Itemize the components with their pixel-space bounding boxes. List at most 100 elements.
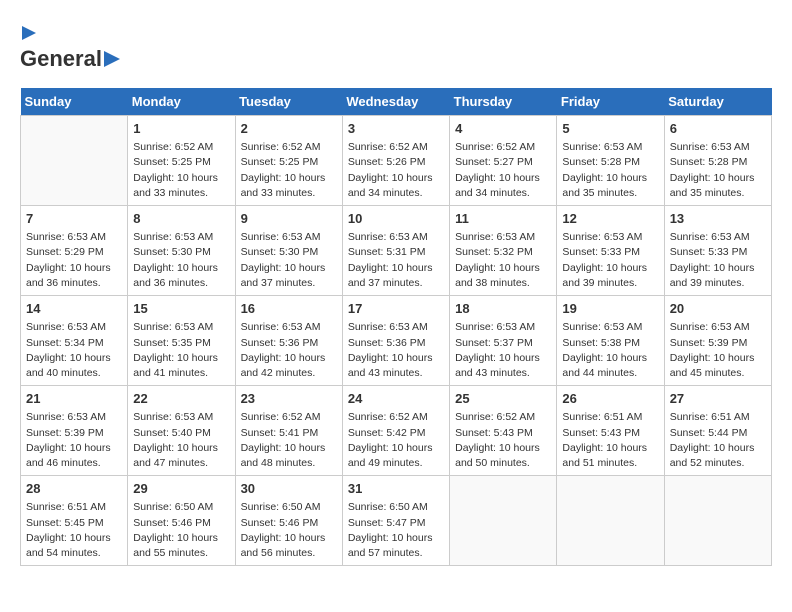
- day-number: 28: [26, 480, 122, 498]
- day-number: 22: [133, 390, 229, 408]
- day-info: Sunrise: 6:51 AM Sunset: 5:45 PM Dayligh…: [26, 500, 122, 561]
- day-number: 3: [348, 120, 444, 138]
- day-number: 25: [455, 390, 551, 408]
- header-saturday: Saturday: [664, 88, 771, 116]
- calendar-cell: [450, 476, 557, 566]
- header-tuesday: Tuesday: [235, 88, 342, 116]
- day-number: 11: [455, 210, 551, 228]
- logo: General: [20, 20, 122, 72]
- calendar-week-4: 21Sunrise: 6:53 AM Sunset: 5:39 PM Dayli…: [21, 386, 772, 476]
- day-info: Sunrise: 6:52 AM Sunset: 5:25 PM Dayligh…: [133, 140, 229, 201]
- day-info: Sunrise: 6:53 AM Sunset: 5:28 PM Dayligh…: [562, 140, 658, 201]
- calendar-cell: 13Sunrise: 6:53 AM Sunset: 5:33 PM Dayli…: [664, 206, 771, 296]
- day-info: Sunrise: 6:52 AM Sunset: 5:41 PM Dayligh…: [241, 410, 337, 471]
- calendar-week-3: 14 Sunrise: 6:53 AM Sunset: 5:34 PM Dayli…: [21, 296, 772, 386]
- day-info: Sunrise: 6:53 AM Sunset: 5:36 PM Dayligh…: [348, 320, 444, 381]
- calendar-table: SundayMondayTuesdayWednesdayThursdayFrid…: [20, 88, 772, 566]
- calendar-cell: 24 Sunrise: 6:52 AM Sunset: 5:42 PM Dayli…: [342, 386, 449, 476]
- day-number: 5: [562, 120, 658, 138]
- day-info: Sunrise: 6:53 AM Sunset: 5:37 PM Dayligh…: [455, 320, 551, 381]
- day-info: Sunrise: 6:52 AM Sunset: 5:25 PM Dayligh…: [241, 140, 337, 201]
- day-number: 15: [133, 300, 229, 318]
- day-number: 27: [670, 390, 766, 408]
- header-thursday: Thursday: [450, 88, 557, 116]
- header-sunday: Sunday: [21, 88, 128, 116]
- day-number: 23: [241, 390, 337, 408]
- day-info: Sunrise: 6:50 AM Sunset: 5:47 PM Dayligh…: [348, 500, 444, 561]
- day-number: 9: [241, 210, 337, 228]
- day-info: Sunrise: 6:50 AM Sunset: 5:46 PM Dayligh…: [241, 500, 337, 561]
- calendar-cell: 22 Sunrise: 6:53 AM Sunset: 5:40 PM Dayli…: [128, 386, 235, 476]
- calendar-cell: 17 Sunrise: 6:53 AM Sunset: 5:36 PM Dayli…: [342, 296, 449, 386]
- calendar-cell: 28 Sunrise: 6:51 AM Sunset: 5:45 PM Dayli…: [21, 476, 128, 566]
- day-info: Sunrise: 6:53 AM Sunset: 5:31 PM Dayligh…: [348, 230, 444, 291]
- calendar-cell: 2 Sunrise: 6:52 AM Sunset: 5:25 PM Daylig…: [235, 116, 342, 206]
- day-number: 8: [133, 210, 229, 228]
- logo-triangle-icon: [104, 51, 120, 67]
- day-number: 1: [133, 120, 229, 138]
- day-info: Sunrise: 6:53 AM Sunset: 5:28 PM Dayligh…: [670, 140, 766, 201]
- calendar-cell: 25 Sunrise: 6:52 AM Sunset: 5:43 PM Dayli…: [450, 386, 557, 476]
- calendar-cell: 10Sunrise: 6:53 AM Sunset: 5:31 PM Dayli…: [342, 206, 449, 296]
- page-header: General: [20, 20, 772, 72]
- day-info: Sunrise: 6:53 AM Sunset: 5:39 PM Dayligh…: [670, 320, 766, 381]
- day-info: Sunrise: 6:51 AM Sunset: 5:43 PM Dayligh…: [562, 410, 658, 471]
- day-number: 14: [26, 300, 122, 318]
- day-info: Sunrise: 6:53 AM Sunset: 5:36 PM Dayligh…: [241, 320, 337, 381]
- day-number: 17: [348, 300, 444, 318]
- logo-general-line2: General: [20, 46, 102, 72]
- calendar-cell: 12 Sunrise: 6:53 AM Sunset: 5:33 PM Dayli…: [557, 206, 664, 296]
- calendar-cell: 4Sunrise: 6:52 AM Sunset: 5:27 PM Daylig…: [450, 116, 557, 206]
- calendar-cell: 26Sunrise: 6:51 AM Sunset: 5:43 PM Dayli…: [557, 386, 664, 476]
- calendar-cell: 11 Sunrise: 6:53 AM Sunset: 5:32 PM Dayli…: [450, 206, 557, 296]
- day-number: 2: [241, 120, 337, 138]
- calendar-cell: 9 Sunrise: 6:53 AM Sunset: 5:30 PM Daylig…: [235, 206, 342, 296]
- day-number: 30: [241, 480, 337, 498]
- calendar-cell: 30 Sunrise: 6:50 AM Sunset: 5:46 PM Dayli…: [235, 476, 342, 566]
- header-friday: Friday: [557, 88, 664, 116]
- day-info: Sunrise: 6:53 AM Sunset: 5:33 PM Dayligh…: [670, 230, 766, 291]
- day-info: Sunrise: 6:53 AM Sunset: 5:30 PM Dayligh…: [133, 230, 229, 291]
- day-number: 18: [455, 300, 551, 318]
- calendar-cell: 3 Sunrise: 6:52 AM Sunset: 5:26 PM Daylig…: [342, 116, 449, 206]
- day-number: 12: [562, 210, 658, 228]
- calendar-cell: 31Sunrise: 6:50 AM Sunset: 5:47 PM Dayli…: [342, 476, 449, 566]
- day-info: Sunrise: 6:53 AM Sunset: 5:33 PM Dayligh…: [562, 230, 658, 291]
- calendar-cell: 5 Sunrise: 6:53 AM Sunset: 5:28 PM Daylig…: [557, 116, 664, 206]
- calendar-cell: 18 Sunrise: 6:53 AM Sunset: 5:37 PM Dayli…: [450, 296, 557, 386]
- day-info: Sunrise: 6:53 AM Sunset: 5:34 PM Dayligh…: [26, 320, 122, 381]
- calendar-cell: [557, 476, 664, 566]
- day-info: Sunrise: 6:52 AM Sunset: 5:43 PM Dayligh…: [455, 410, 551, 471]
- calendar-cell: 21Sunrise: 6:53 AM Sunset: 5:39 PM Dayli…: [21, 386, 128, 476]
- day-info: Sunrise: 6:53 AM Sunset: 5:29 PM Dayligh…: [26, 230, 122, 291]
- calendar-cell: 29Sunrise: 6:50 AM Sunset: 5:46 PM Dayli…: [128, 476, 235, 566]
- calendar-cell: 7 Sunrise: 6:53 AM Sunset: 5:29 PM Daylig…: [21, 206, 128, 296]
- day-info: Sunrise: 6:52 AM Sunset: 5:42 PM Dayligh…: [348, 410, 444, 471]
- day-info: Sunrise: 6:53 AM Sunset: 5:32 PM Dayligh…: [455, 230, 551, 291]
- day-number: 21: [26, 390, 122, 408]
- day-number: 29: [133, 480, 229, 498]
- calendar-week-5: 28 Sunrise: 6:51 AM Sunset: 5:45 PM Dayli…: [21, 476, 772, 566]
- day-number: 4: [455, 120, 551, 138]
- day-number: 7: [26, 210, 122, 228]
- day-number: 19: [562, 300, 658, 318]
- calendar-cell: [21, 116, 128, 206]
- day-number: 24: [348, 390, 444, 408]
- logo-arrow-icon: [22, 26, 36, 40]
- calendar-cell: 27 Sunrise: 6:51 AM Sunset: 5:44 PM Dayli…: [664, 386, 771, 476]
- day-number: 16: [241, 300, 337, 318]
- calendar-header-row: SundayMondayTuesdayWednesdayThursdayFrid…: [21, 88, 772, 116]
- calendar-cell: [664, 476, 771, 566]
- day-info: Sunrise: 6:52 AM Sunset: 5:26 PM Dayligh…: [348, 140, 444, 201]
- calendar-week-1: 1 Sunrise: 6:52 AM Sunset: 5:25 PM Daylig…: [21, 116, 772, 206]
- calendar-cell: 15 Sunrise: 6:53 AM Sunset: 5:35 PM Dayli…: [128, 296, 235, 386]
- day-number: 6: [670, 120, 766, 138]
- calendar-cell: 6 Sunrise: 6:53 AM Sunset: 5:28 PM Daylig…: [664, 116, 771, 206]
- calendar-cell: 20Sunrise: 6:53 AM Sunset: 5:39 PM Dayli…: [664, 296, 771, 386]
- calendar-cell: 23 Sunrise: 6:52 AM Sunset: 5:41 PM Dayli…: [235, 386, 342, 476]
- header-monday: Monday: [128, 88, 235, 116]
- day-info: Sunrise: 6:53 AM Sunset: 5:40 PM Dayligh…: [133, 410, 229, 471]
- day-info: Sunrise: 6:53 AM Sunset: 5:30 PM Dayligh…: [241, 230, 337, 291]
- day-info: Sunrise: 6:51 AM Sunset: 5:44 PM Dayligh…: [670, 410, 766, 471]
- day-info: Sunrise: 6:53 AM Sunset: 5:35 PM Dayligh…: [133, 320, 229, 381]
